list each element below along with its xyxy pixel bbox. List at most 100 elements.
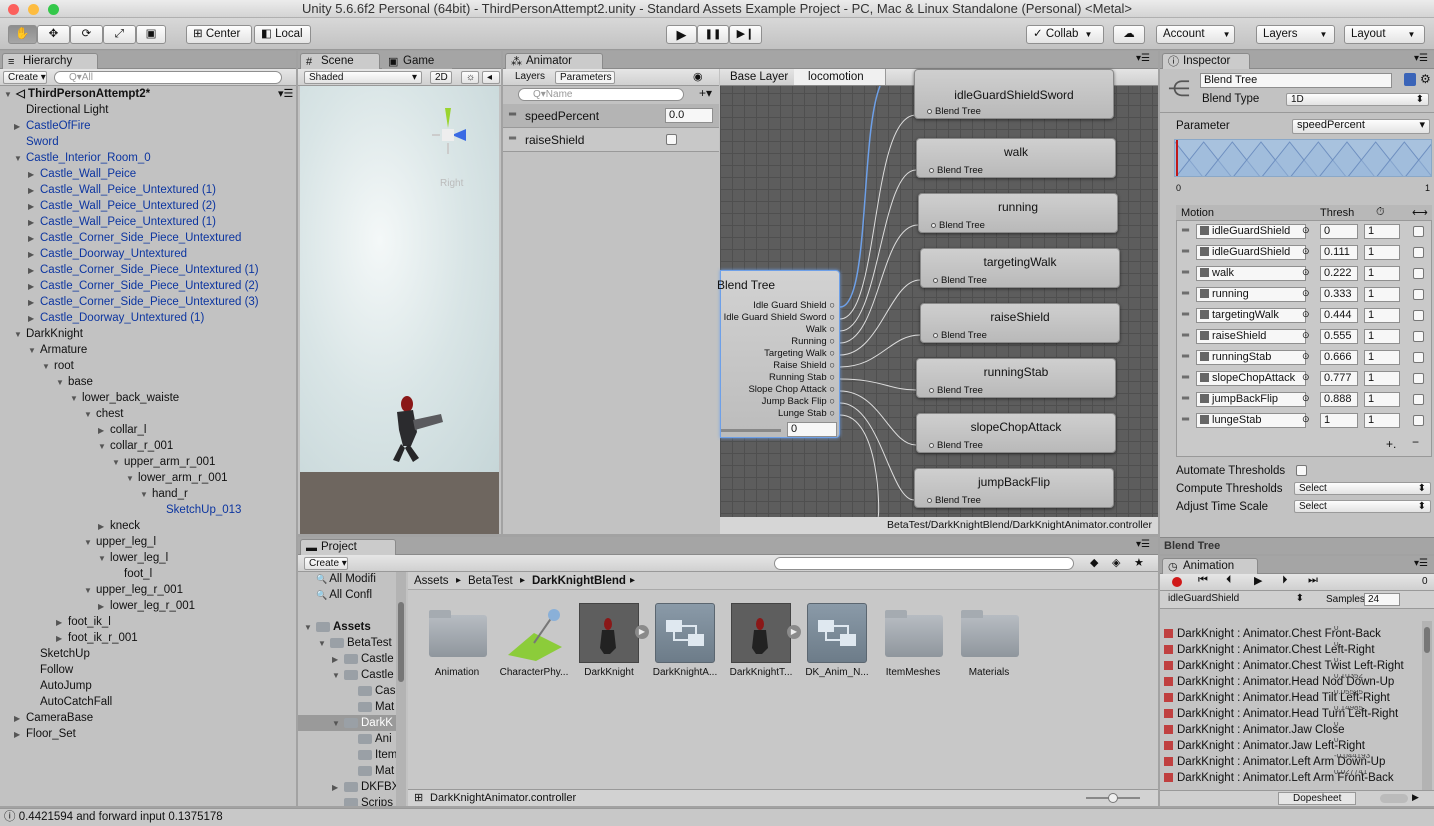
motion-node[interactable]: raiseShield Blend Tree — [920, 303, 1120, 343]
slider-thumb[interactable] — [1108, 793, 1118, 803]
motion-row[interactable]: ═ raiseShield ⊙ 0.555 1 — [1176, 327, 1432, 348]
prev-frame-button[interactable]: ⏴ — [1226, 574, 1232, 587]
hierarchy-item[interactable]: Follow — [28, 662, 73, 678]
pause-button[interactable]: ❚❚ — [697, 25, 729, 44]
help-icon[interactable] — [1404, 73, 1416, 86]
motion-node[interactable]: runningStab Blend Tree — [916, 358, 1116, 398]
tab-animation[interactable]: ◷ Animation — [1162, 558, 1258, 574]
hand-tool-button[interactable]: ✋ — [8, 25, 37, 44]
adjust-time-dropdown[interactable]: Select ⬍ — [1294, 500, 1431, 513]
object-picker-icon[interactable]: ⊙ — [1302, 288, 1310, 299]
hierarchy-item[interactable]: ▼ DarkKnight — [14, 326, 83, 342]
favorite-icon[interactable]: ★ — [1134, 556, 1144, 569]
threshold-field[interactable]: 0.555 — [1320, 329, 1358, 344]
compute-thresholds-dropdown[interactable]: Select ⬍ — [1294, 482, 1431, 495]
output-port-icon[interactable]: ○ — [827, 312, 835, 323]
collapsed-arrow-icon[interactable]: ▶ — [14, 711, 26, 727]
timescale-field[interactable]: 1 — [1364, 245, 1400, 260]
hierarchy-item[interactable]: ▶ kneck — [98, 518, 140, 534]
blend-tree-name-field[interactable]: Blend Tree — [1200, 73, 1392, 88]
tab-parameters[interactable]: Parameters — [555, 71, 615, 84]
motion-row[interactable]: ═ targetingWalk ⊙ 0.444 1 — [1176, 306, 1432, 327]
hierarchy-item[interactable]: ▼ root — [42, 358, 74, 374]
timescale-field[interactable]: 1 — [1364, 371, 1400, 386]
input-port-icon[interactable] — [933, 277, 938, 283]
gizmo-center[interactable] — [442, 129, 454, 141]
collapsed-arrow-icon[interactable]: ▶ — [28, 183, 40, 199]
add-motion-button[interactable]: +. — [1386, 437, 1396, 451]
layout-dropdown[interactable]: Layout ▼ — [1344, 25, 1425, 44]
param-row-raiseshield[interactable]: ═ raiseShield — [503, 128, 719, 152]
collapsed-arrow-icon[interactable]: ▶ — [56, 631, 68, 647]
hierarchy-item[interactable]: ▶ Castle_Corner_Side_Piece_Untextured (1) — [28, 262, 259, 278]
motion-row[interactable]: ═ runningStab ⊙ 0.666 1 — [1176, 348, 1432, 369]
hierarchy-search-input[interactable]: Q▾All — [54, 71, 282, 84]
animated-property-row[interactable]: DarkKnight : Animator.Chest Front-Back 0 — [1164, 626, 1420, 642]
hierarchy-item[interactable]: Directional Light — [14, 102, 108, 118]
expanded-arrow-icon[interactable]: ▼ — [84, 407, 96, 423]
motion-node[interactable]: targetingWalk Blend Tree — [920, 248, 1120, 288]
play-button[interactable]: ▶ — [666, 25, 697, 44]
remove-motion-button[interactable]: − — [1412, 435, 1419, 449]
next-frame-button[interactable]: ⏵ — [1282, 574, 1288, 587]
blend-slider[interactable] — [721, 429, 781, 432]
hierarchy-item[interactable]: ▶ Castle_Corner_Side_Piece_Untextured (2) — [28, 278, 259, 294]
hierarchy-item[interactable]: ▶ Castle_Wall_Peice_Untextured (1) — [28, 182, 216, 198]
close-window-button[interactable] — [8, 4, 19, 15]
params-search-input[interactable]: Q▾Name — [518, 88, 684, 101]
motion-field[interactable]: targetingWalk — [1196, 308, 1306, 323]
object-picker-icon[interactable]: ⊙ — [1302, 372, 1310, 383]
output-port-icon[interactable]: ○ — [827, 360, 835, 371]
object-picker-icon[interactable]: ⊙ — [1302, 225, 1310, 236]
project-search-input[interactable] — [774, 557, 1074, 570]
2d-toggle[interactable]: 2D — [430, 71, 452, 84]
hierarchy-item[interactable]: ▶ collar_l — [98, 422, 146, 438]
motion-node[interactable]: jumpBackFlip Blend Tree — [914, 468, 1114, 508]
mirror-checkbox[interactable] — [1413, 226, 1424, 237]
motion-row[interactable]: ═ idleGuardShield ⊙ 0.111 1 — [1176, 243, 1432, 264]
input-port-icon[interactable] — [929, 167, 934, 173]
blend-tree-node[interactable]: Blend Tree Idle Guard Shield ○ Idle Guard… — [717, 270, 840, 438]
blend-value-field[interactable]: 0 — [787, 422, 837, 437]
output-port-icon[interactable]: ○ — [827, 408, 835, 419]
threshold-field[interactable]: 0.222 — [1320, 266, 1358, 281]
expanded-arrow-icon[interactable]: ▼ — [98, 551, 110, 567]
project-folder-item[interactable]: ▼ Castle — [332, 667, 394, 683]
input-port-icon[interactable] — [933, 332, 938, 338]
tab-hierarchy[interactable]: ≡ Hierarchy — [2, 53, 98, 69]
object-picker-icon[interactable]: ⊙ — [1302, 330, 1310, 341]
animated-property-row[interactable]: DarkKnight : Animator.Head Nod Down-Up 0.… — [1164, 674, 1420, 690]
pivot-center-button[interactable]: ⊞ Center — [186, 25, 252, 44]
drag-handle-icon[interactable]: ═ — [1182, 372, 1189, 383]
hierarchy-item[interactable]: SketchUp_013 — [154, 502, 241, 518]
project-folder-item[interactable]: Scrips — [332, 795, 393, 806]
motion-field[interactable]: runningStab — [1196, 350, 1306, 365]
mirror-checkbox[interactable] — [1413, 352, 1424, 363]
cloud-button[interactable]: ☁ — [1113, 25, 1145, 44]
timescale-field[interactable]: 1 — [1364, 413, 1400, 428]
hierarchy-item[interactable]: ▶ CastleOfFire — [14, 118, 91, 134]
tab-animator[interactable]: ⁂ Animator — [505, 53, 603, 69]
frame-number[interactable]: 0 — [1422, 576, 1428, 587]
timescale-field[interactable]: 1 — [1364, 392, 1400, 407]
collapsed-arrow-icon[interactable]: ▶ — [28, 231, 40, 247]
object-picker-icon[interactable]: ⊙ — [1302, 351, 1310, 362]
hierarchy-item[interactable]: ▶ foot_ik_l — [56, 614, 111, 630]
mirror-checkbox[interactable] — [1413, 331, 1424, 342]
status-message[interactable]: 0.4421594 and forward input 0.1375178 — [19, 811, 223, 823]
audio-toggle[interactable]: ◂ — [482, 71, 500, 84]
blend-graph[interactable] — [1174, 139, 1432, 177]
hierarchy-item[interactable]: ▶ CameraBase — [14, 710, 93, 726]
dopesheet-tab[interactable]: Dopesheet — [1278, 792, 1357, 805]
expanded-arrow-icon[interactable]: ▼ — [84, 535, 96, 551]
tab-project[interactable]: ▬ Project — [300, 539, 396, 555]
add-parameter-button[interactable]: +▾ — [699, 86, 712, 100]
breadcrumb-locomotion[interactable]: locomotion — [794, 69, 886, 85]
animated-property-row[interactable]: DarkKnight : Animator.Head Turn Left-Rig… — [1164, 706, 1420, 722]
expanded-arrow-icon[interactable]: ▼ — [304, 620, 316, 636]
timescale-field[interactable]: 1 — [1364, 329, 1400, 344]
minimize-window-button[interactable] — [28, 4, 39, 15]
scene-menu-icon[interactable]: ▾☰ — [278, 87, 293, 100]
tab-game[interactable]: ▣ Game — [382, 53, 452, 69]
expanded-arrow-icon[interactable]: ▼ — [332, 716, 344, 732]
